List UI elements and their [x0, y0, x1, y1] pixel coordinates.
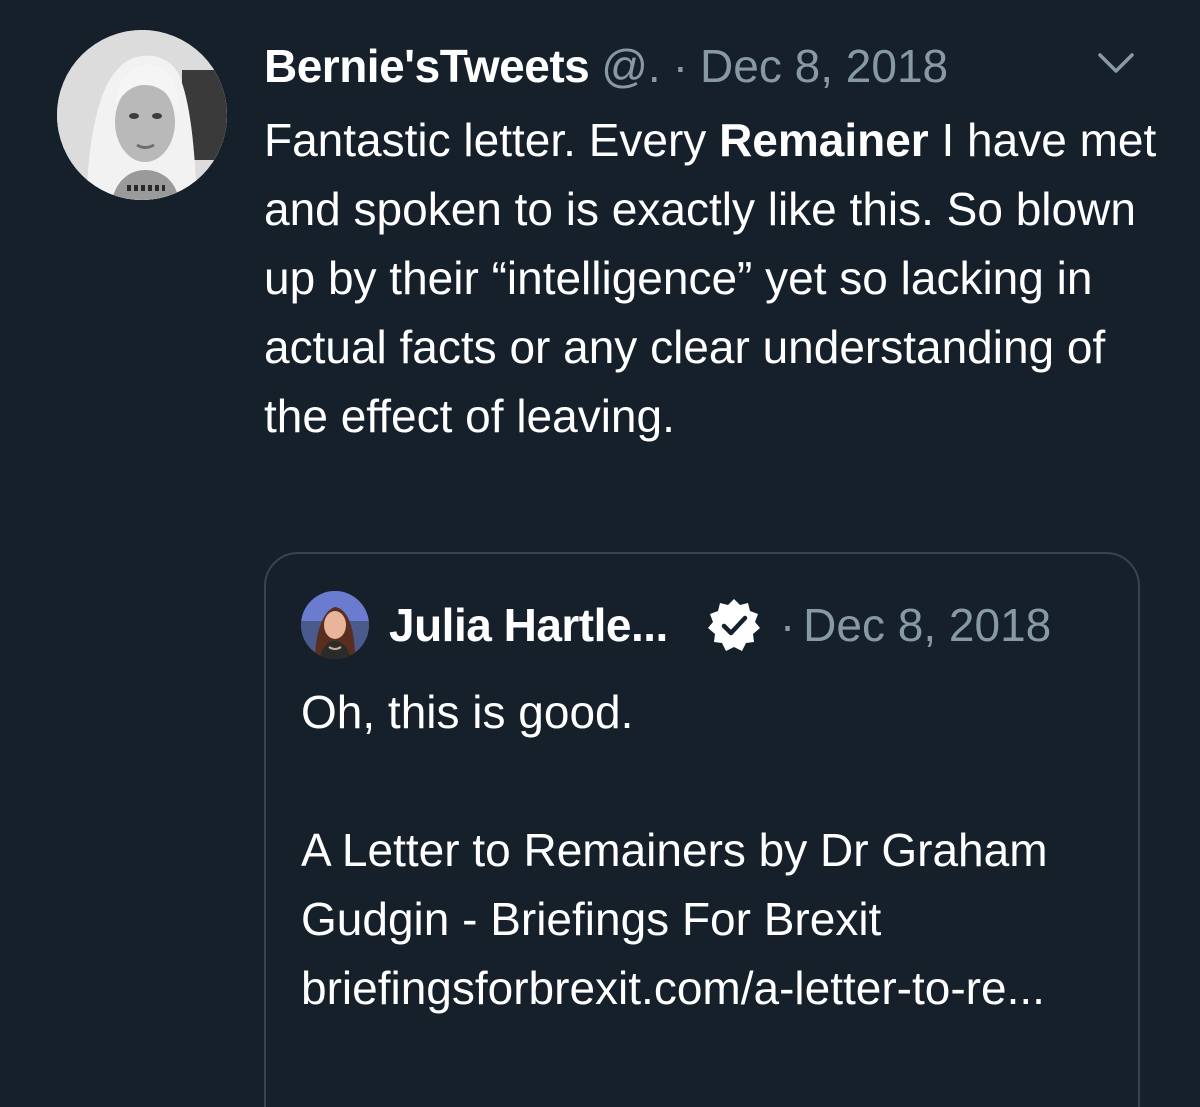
author-handle[interactable]: @. [601, 39, 660, 93]
tweet-date[interactable]: Dec 8, 2018 [700, 39, 948, 93]
quoted-link-text[interactable]: A Letter to Remainers by Dr Graham Gudgi… [301, 816, 1121, 1023]
tweet-header: Bernie'sTweets @. · Dec 8, 2018 [264, 36, 948, 96]
verified-badge-icon [707, 599, 760, 651]
quoted-text-line: Oh, this is good. [301, 686, 634, 738]
quoted-author-avatar[interactable] [301, 591, 369, 659]
quoted-author-name[interactable]: Julia Hartle... [389, 598, 668, 652]
header-separator: · [672, 40, 689, 92]
quoted-tweet-date[interactable]: Dec 8, 2018 [803, 598, 1051, 652]
quoted-tweet-header: Julia Hartle... · Dec 8, 2018 [301, 590, 1051, 660]
quoted-header-separator: · [779, 599, 796, 651]
tweet-text-bold: Remainer [719, 114, 929, 166]
quoted-tweet-card[interactable]: Julia Hartle... · Dec 8, 2018 Oh, this i… [264, 552, 1140, 1107]
tweet-text: Fantastic letter. Every Remainer I have … [264, 106, 1174, 451]
tweet-text-part: Fantastic letter. Every [264, 114, 720, 166]
chevron-down-icon[interactable] [1096, 50, 1136, 76]
author-avatar[interactable] [57, 30, 227, 200]
author-name[interactable]: Bernie'sTweets [264, 39, 590, 93]
quoted-tweet-text: Oh, this is good. A Letter to Remainers … [301, 678, 1121, 1023]
